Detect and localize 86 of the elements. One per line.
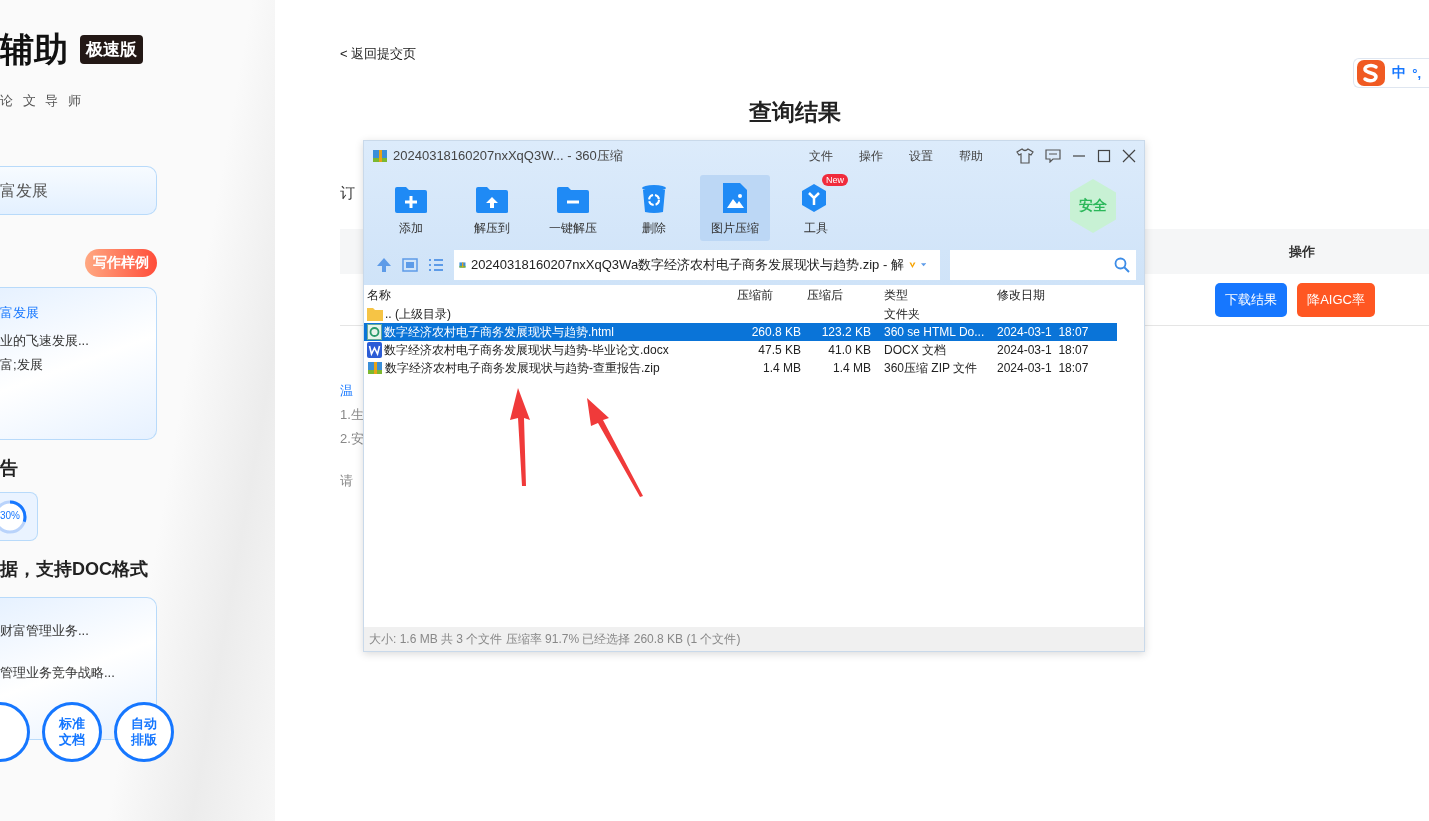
section-heading: 告 <box>0 457 18 480</box>
toolbar-button[interactable]: 删除 <box>619 175 689 241</box>
up-arrow-icon[interactable] <box>376 257 392 273</box>
edition-badge: 极速版 <box>80 34 143 64</box>
folder-icon <box>475 186 509 214</box>
file-type: 360 se HTML Do... <box>884 325 985 339</box>
thumbnail-view-icon[interactable] <box>402 258 418 272</box>
feature-circle: 标准文档 <box>42 702 102 762</box>
message-icon[interactable] <box>1045 149 1061 163</box>
folder-icon <box>556 186 590 214</box>
modified-date: 2024-03-1 18:07 <box>997 343 1089 357</box>
file-type: 文件夹 <box>884 306 920 321</box>
archive-icon <box>372 148 388 164</box>
modified-date: 2024-03-1 18:07 <box>997 325 1089 339</box>
file-name: .. (上级目录) <box>385 305 451 323</box>
file-row[interactable]: 数字经济农村电子商务发展现状与趋势-毕业论文.docx 47.5 KB 41.0 KB DOCX 文档 2024-03-1 18:07 <box>364 341 1117 359</box>
modified-date: 2024-03-1 18:07 <box>997 361 1089 375</box>
topic-input[interactable]: 富发展 <box>0 166 157 215</box>
feature-circle: 自动排版 <box>114 702 174 762</box>
word-document-icon <box>367 342 382 358</box>
path-field[interactable]: 20240318160207nxXqQ3Wa数字经济农村电子商务发展现状与趋势.zip - 解 <box>454 250 940 280</box>
size-before: 260.8 KB <box>751 325 801 339</box>
search-icon[interactable] <box>1114 257 1130 273</box>
folder-icon <box>367 307 383 321</box>
folder-icon <box>394 186 428 214</box>
toolbar-button[interactable]: 解压到 <box>457 175 527 241</box>
toolbar-button[interactable]: New 工具 <box>781 175 851 241</box>
doc-text: 财富管理业务... <box>0 622 89 640</box>
search-field[interactable] <box>950 250 1136 280</box>
dropdown-caret-icon[interactable] <box>920 261 926 269</box>
list-view-icon[interactable] <box>428 258 444 272</box>
note-text: 1.生 <box>340 406 364 424</box>
file-row[interactable]: 数字经济农村电子商务发展现状与趋势-查重报告.zip 1.4 MB 1.4 MB 360压缩 ZIP 文件 2024-03-1 18:07 <box>364 359 1117 377</box>
ime-mode[interactable]: 中 <box>1392 64 1407 82</box>
doc-text: 管理业务竞争战略... <box>0 664 115 682</box>
section-heading: 据，支持DOC格式 <box>0 558 148 581</box>
close-icon[interactable] <box>1122 149 1136 163</box>
ime-toolbar[interactable]: 中 °, <box>1353 58 1429 88</box>
column-header[interactable]: 压缩后 <box>804 286 874 304</box>
column-header[interactable]: 类型 <box>874 286 994 304</box>
note-text: 请 <box>340 472 354 490</box>
menu-item[interactable]: 设置 <box>909 147 933 165</box>
file-name: 数字经济农村电子商务发展现状与趋势-查重报告.zip <box>385 359 660 377</box>
note-text: 2.安 <box>340 430 364 448</box>
size-before: 1.4 MB <box>763 361 801 375</box>
file-row[interactable]: 数字经济农村电子商务发展现状与趋势.html 260.8 KB 123.2 KB 360 se HTML Do... 2024-03-1 18:07 <box>364 323 1117 341</box>
column-header[interactable]: 名称 <box>364 286 734 304</box>
file-type: DOCX 文档 <box>884 342 946 357</box>
maximize-icon[interactable] <box>1097 149 1111 163</box>
sample-text: 业的飞速发展... <box>0 332 89 350</box>
subtitle: 论 文 导 师 <box>0 92 84 110</box>
archive-icon <box>367 360 383 376</box>
toolbar-button[interactable]: 一键解压 <box>538 175 608 241</box>
column-header: 操作 <box>1289 242 1315 261</box>
web-file-icon <box>367 324 382 340</box>
size-after: 1.4 MB <box>833 361 871 375</box>
toolbar-button[interactable]: 图片压缩 <box>700 175 770 241</box>
menu-item[interactable]: 文件 <box>809 147 833 165</box>
file-row[interactable]: .. (上级目录) 文件夹 <box>364 305 1117 323</box>
status-bar: 大小: 1.6 MB 共 3 个文件 压缩率 91.7% 已经选择 260.8 KB (1 个文件) <box>364 627 1144 651</box>
new-badge: New <box>822 174 848 186</box>
column-header[interactable]: 修改日期 <box>994 286 1119 304</box>
rate-value: 30% <box>0 509 20 521</box>
sample-title-link[interactable]: 富发展 <box>0 304 39 322</box>
back-link[interactable]: < 返回提交页 <box>340 45 417 63</box>
toolbar-button[interactable]: 添加 <box>376 175 446 241</box>
window-title: 20240318160207nxXqQ3W... - 360压缩 <box>393 147 623 165</box>
size-after: 123.2 KB <box>821 325 871 339</box>
image-file-icon <box>722 182 748 214</box>
note-text[interactable]: 温 <box>340 382 364 400</box>
size-after: 41.0 KB <box>828 343 871 357</box>
menu-item[interactable]: 帮助 <box>959 147 983 165</box>
sample-text: 富;发展 <box>0 356 43 374</box>
file-type: 360压缩 ZIP 文件 <box>884 360 978 375</box>
column-header[interactable]: 压缩前 <box>734 286 804 304</box>
size-before: 47.5 KB <box>758 343 801 357</box>
ime-punctuation[interactable]: °, <box>1412 65 1421 81</box>
menu-item[interactable]: 操作 <box>859 147 883 165</box>
shirt-icon[interactable] <box>1016 148 1034 164</box>
action-button[interactable]: 下载结果 <box>1215 282 1288 317</box>
file-name: 数字经济农村电子商务发展现状与趋势.html <box>384 323 614 341</box>
page-title: 查询结果 <box>748 98 841 127</box>
input-method-logo-icon <box>1356 59 1387 87</box>
file-name: 数字经济农村电子商务发展现状与趋势-毕业论文.docx <box>384 341 669 359</box>
order-label: 订 <box>340 184 355 203</box>
recycle-bin-icon <box>641 184 667 214</box>
